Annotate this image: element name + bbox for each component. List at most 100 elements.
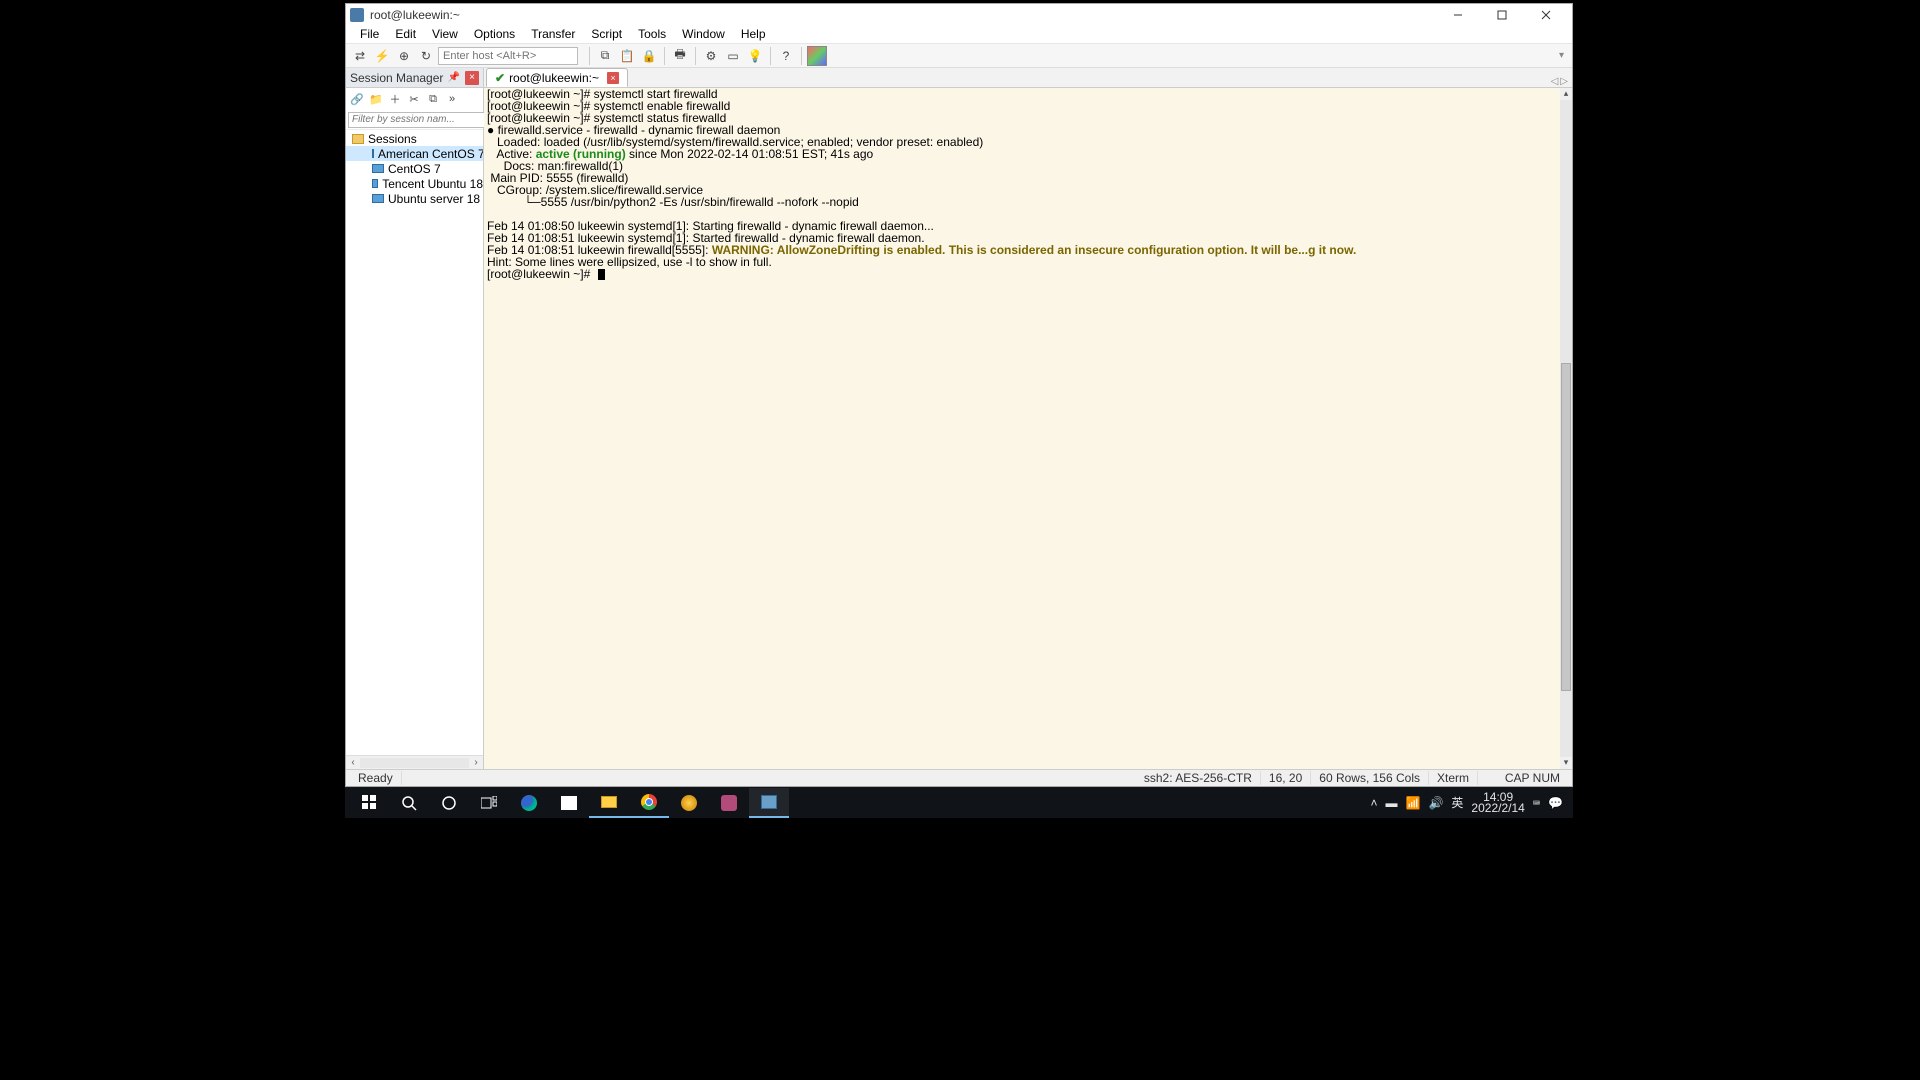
status-emulation: Xterm (1429, 771, 1478, 785)
reconnect-icon[interactable]: ⇄ (350, 46, 370, 66)
session-tree[interactable]: SessionsAmerican CentOS 7CentOS 7Tencent… (346, 130, 483, 755)
explorer-icon[interactable] (589, 788, 629, 818)
copy-icon[interactable]: ⧉ (595, 46, 615, 66)
app-icon-1[interactable] (669, 788, 709, 818)
scroll-right-icon[interactable]: › (469, 757, 483, 768)
copy-session-icon[interactable]: ⧉ (424, 89, 442, 109)
title-bar: root@lukeewin:~ (346, 4, 1572, 25)
maximize-button[interactable] (1480, 4, 1524, 25)
session-tab[interactable]: ✔ root@lukeewin:~ × (486, 68, 628, 87)
session-item[interactable]: American CentOS 7 (346, 146, 483, 161)
reload-icon[interactable]: ↻ (416, 46, 436, 66)
quick-connect-icon[interactable]: ⚡ (372, 46, 392, 66)
tips-icon[interactable]: 💡 (745, 46, 765, 66)
terminal-line: └─5555 /usr/bin/python2 -Es /usr/sbin/fi… (487, 196, 1560, 208)
session-item-label: American CentOS 7 (378, 147, 483, 161)
tray-keyboard-icon[interactable]: ⌨ (1533, 796, 1540, 810)
tray-volume-icon[interactable]: 🔊 (1428, 796, 1443, 810)
tray-clock[interactable]: 14:09 2022/2/14 (1471, 792, 1524, 814)
start-button[interactable] (349, 788, 389, 818)
securecrt-icon[interactable] (749, 788, 789, 818)
toolbar-dropdown-icon[interactable]: ▾ (1559, 50, 1568, 61)
pin-icon[interactable]: 📌 (446, 72, 462, 83)
tab-next-icon[interactable]: ▷ (1560, 76, 1568, 87)
session-item[interactable]: Tencent Ubuntu 18 (346, 176, 483, 191)
taskbar-search-icon[interactable] (389, 788, 429, 818)
connect-icon[interactable]: ⊕ (394, 46, 414, 66)
session-manager-panel: Session Manager 📌 × 🔗 📁 ＋ ✂ ⧉ » 🔍 Sessio… (346, 68, 484, 769)
host-input[interactable] (438, 47, 578, 65)
menu-edit[interactable]: Edit (387, 25, 424, 43)
menu-help[interactable]: Help (733, 25, 774, 43)
horizontal-scrollbar[interactable]: ‹ › (346, 755, 483, 769)
separator (695, 47, 696, 65)
tab-prev-icon[interactable]: ◁ (1551, 76, 1559, 87)
scroll-up-icon[interactable]: ▴ (1560, 88, 1572, 100)
terminal-content: [root@lukeewin ~]# systemctl start firew… (487, 88, 1560, 280)
scroll-left-icon[interactable]: ‹ (346, 757, 360, 768)
close-button[interactable] (1524, 4, 1568, 25)
tab-label: root@lukeewin:~ (509, 71, 599, 85)
menu-file[interactable]: File (352, 25, 387, 43)
status-cursor-pos: 16, 20 (1261, 771, 1311, 785)
cut-icon[interactable]: ✂ (405, 89, 423, 109)
terminal-icon[interactable]: ▭ (723, 46, 743, 66)
status-connection: ssh2: AES-256-CTR (1136, 771, 1261, 785)
status-size: 60 Rows, 156 Cols (1311, 771, 1429, 785)
session-item[interactable]: Ubuntu server 18 (346, 191, 483, 206)
separator (801, 47, 802, 65)
session-item-label: Ubuntu server 18 (388, 192, 480, 206)
edge-icon[interactable] (509, 788, 549, 818)
more-icon[interactable]: » (443, 89, 461, 109)
menu-script[interactable]: Script (583, 25, 630, 43)
tab-close-icon[interactable]: × (607, 72, 619, 84)
window-title: root@lukeewin:~ (370, 8, 1436, 22)
new-folder-icon[interactable]: 📁 (367, 89, 385, 109)
session-item-label: CentOS 7 (388, 162, 441, 176)
menu-tools[interactable]: Tools (630, 25, 674, 43)
menu-view[interactable]: View (424, 25, 466, 43)
panel-close-icon[interactable]: × (465, 71, 479, 85)
help-icon[interactable]: ? (776, 46, 796, 66)
tray-notifications-icon[interactable]: 💬 (1548, 796, 1563, 810)
folder-icon (352, 134, 364, 144)
session-manager-title: Session Manager (350, 71, 443, 85)
app-window: root@lukeewin:~ FileEditViewOptionsTrans… (345, 3, 1573, 787)
print-icon[interactable]: 🖶 (670, 46, 690, 66)
session-filter-input[interactable] (348, 112, 490, 128)
app-icon (350, 8, 364, 22)
scroll-thumb[interactable] (1561, 363, 1571, 692)
store-icon[interactable] (549, 788, 589, 818)
tray-wifi-icon[interactable]: 📶 (1406, 796, 1421, 810)
scroll-track[interactable] (360, 758, 469, 768)
session-item[interactable]: CentOS 7 (346, 161, 483, 176)
menu-window[interactable]: Window (674, 25, 733, 43)
new-session-icon[interactable]: ＋ (386, 89, 404, 109)
task-view-icon[interactable] (469, 788, 509, 818)
cortana-icon[interactable] (429, 788, 469, 818)
tray-chevron-icon[interactable]: ˄ (1370, 796, 1377, 810)
chrome-icon[interactable] (629, 788, 669, 818)
status-caps: CAP NUM (1478, 771, 1568, 785)
tree-root[interactable]: Sessions (346, 131, 483, 146)
settings-icon[interactable]: ⚙ (701, 46, 721, 66)
minimize-button[interactable] (1436, 4, 1480, 25)
paste-icon[interactable]: 📋 (617, 46, 637, 66)
session-icon (372, 164, 384, 173)
tray-battery-icon[interactable]: ▬ (1386, 796, 1398, 810)
tray-ime[interactable]: 英 (1451, 794, 1463, 811)
session-manager-header: Session Manager 📌 × (346, 68, 483, 88)
menu-options[interactable]: Options (466, 25, 523, 43)
terminal-line: Docs: man:firewalld(1) (487, 160, 1560, 172)
app-icon-2[interactable] (709, 788, 749, 818)
tree-root-label: Sessions (368, 132, 417, 146)
vertical-scrollbar[interactable]: ▴ ▾ (1560, 88, 1572, 769)
color-scheme-icon[interactable] (807, 46, 827, 66)
link-icon[interactable]: 🔗 (348, 89, 366, 109)
lock-icon[interactable]: 🔒 (639, 46, 659, 66)
separator (770, 47, 771, 65)
taskbar: ˄ ▬ 📶 🔊 英 14:09 2022/2/14 ⌨ 💬 (345, 787, 1573, 818)
menu-transfer[interactable]: Transfer (523, 25, 583, 43)
scroll-down-icon[interactable]: ▾ (1560, 757, 1572, 769)
terminal[interactable]: [root@lukeewin ~]# systemctl start firew… (484, 88, 1572, 769)
